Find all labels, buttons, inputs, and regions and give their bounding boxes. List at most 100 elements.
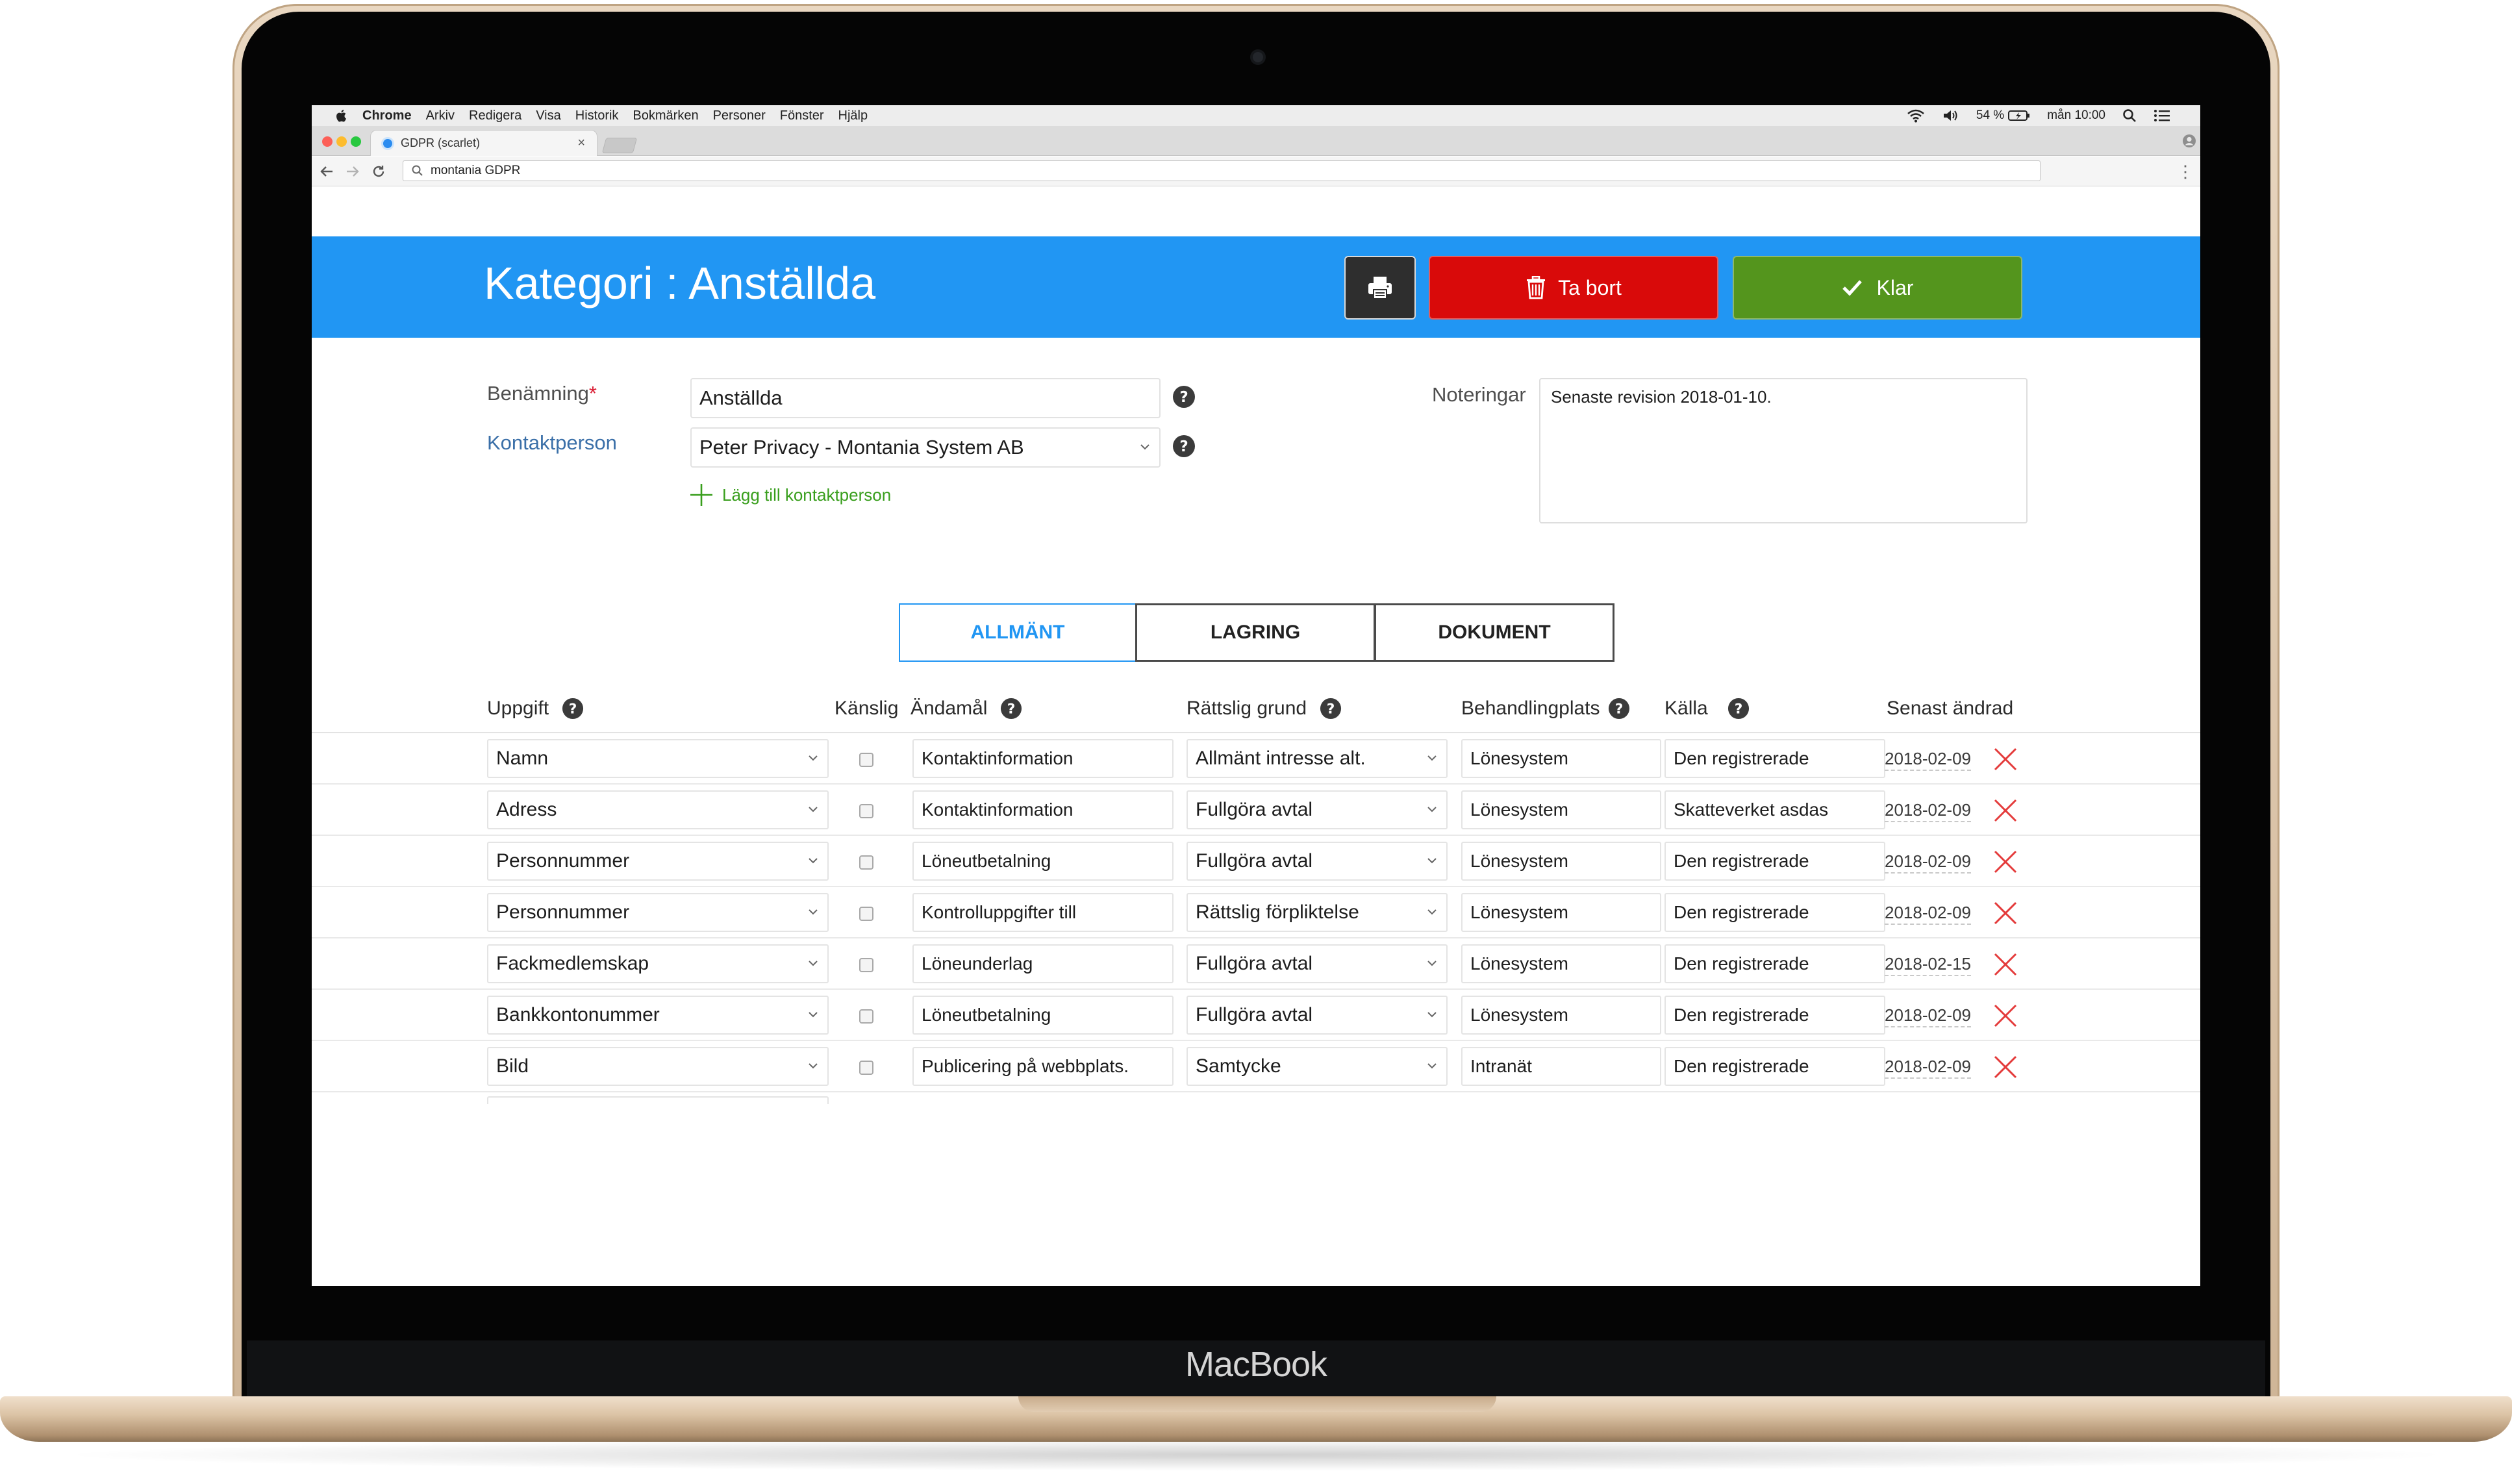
delete-row-icon[interactable]	[1992, 1054, 2018, 1080]
menu-arkiv[interactable]: Arkiv	[426, 108, 455, 123]
new-row-field[interactable]	[487, 1096, 829, 1104]
source-input[interactable]: Den registrerade	[1664, 944, 1885, 983]
source-input[interactable]: Skatteverket asdas	[1664, 790, 1885, 829]
tab-allmant[interactable]: ALLMÄNT	[899, 603, 1137, 662]
profile-icon[interactable]	[2182, 134, 2196, 148]
column-header-purpose: Ändamål ?	[911, 698, 1022, 720]
sensitive-checkbox[interactable]	[859, 1009, 873, 1024]
help-icon[interactable]: ?	[1608, 698, 1630, 720]
tab-dokument[interactable]: DOKUMENT	[1374, 603, 1614, 662]
source-input[interactable]: Den registrerade	[1664, 996, 1885, 1035]
menu-historik[interactable]: Historik	[575, 108, 619, 123]
spotlight-search-icon[interactable]	[2122, 108, 2137, 123]
processing-place-input[interactable]: Intranät	[1461, 1047, 1661, 1086]
tab-lagring[interactable]: LAGRING	[1135, 603, 1375, 662]
help-icon[interactable]: ?	[1172, 385, 1196, 409]
purpose-input[interactable]: Löneutbetalning	[912, 842, 1174, 881]
menu-bokmarken[interactable]: Bokmärken	[633, 108, 698, 123]
task-select[interactable]: Personnummer	[487, 893, 829, 932]
reload-icon[interactable]	[368, 160, 390, 182]
contact-select-value: Peter Privacy - Montania System AB	[699, 436, 1024, 459]
task-select[interactable]: Fackmedlemskap	[487, 944, 829, 983]
sensitive-checkbox[interactable]	[859, 855, 873, 870]
purpose-input[interactable]: Kontaktinformation	[912, 739, 1174, 778]
source-input[interactable]: Den registrerade	[1664, 739, 1885, 778]
browser-tab[interactable]: GDPR (scarlet) ×	[370, 130, 597, 156]
processing-place-input[interactable]: Lönesystem	[1461, 893, 1661, 932]
done-button[interactable]: Klar	[1733, 256, 2022, 320]
help-icon[interactable]: ?	[1000, 698, 1022, 720]
delete-row-icon[interactable]	[1992, 798, 2018, 824]
source-input[interactable]: Den registrerade	[1664, 842, 1885, 881]
volume-icon[interactable]	[1942, 108, 1959, 123]
contact-select[interactable]: Peter Privacy - Montania System AB	[690, 427, 1161, 468]
forward-arrow-icon[interactable]	[342, 160, 364, 182]
task-select[interactable]: Namn	[487, 739, 829, 778]
back-arrow-icon[interactable]	[316, 160, 338, 182]
purpose-input[interactable]: Publicering på webbplats.	[912, 1047, 1174, 1086]
task-select[interactable]: Bild	[487, 1047, 829, 1086]
legal-basis-select[interactable]: Fullgöra avtal	[1187, 842, 1448, 881]
legal-basis-select[interactable]: Fullgöra avtal	[1187, 944, 1448, 983]
search-icon	[412, 165, 423, 176]
task-select[interactable]: Bankkontonummer	[487, 996, 829, 1035]
column-header-source: Källa ?	[1664, 698, 1750, 720]
legal-basis-select[interactable]: Samtycke	[1187, 1047, 1448, 1086]
help-icon[interactable]: ?	[562, 698, 584, 720]
sensitive-checkbox[interactable]	[859, 753, 873, 767]
name-field[interactable]: Anställda	[690, 378, 1161, 418]
help-icon[interactable]: ?	[1320, 698, 1342, 720]
notes-textarea[interactable]: Senaste revision 2018-01-10.	[1539, 378, 2028, 523]
window-close-button[interactable]	[322, 136, 333, 147]
apple-icon[interactable]	[334, 108, 349, 123]
processing-place-input[interactable]: Lönesystem	[1461, 790, 1661, 829]
purpose-input[interactable]: Löneunderlag	[912, 944, 1174, 983]
purpose-input[interactable]: Löneutbetalning	[912, 996, 1174, 1035]
delete-button[interactable]: Ta bort	[1429, 256, 1718, 320]
menu-fonster[interactable]: Fönster	[780, 108, 824, 123]
new-tab-button[interactable]	[601, 138, 638, 153]
window-minimize-button[interactable]	[336, 136, 347, 147]
processing-place-input[interactable]: Lönesystem	[1461, 842, 1661, 881]
menu-chrome[interactable]: Chrome	[362, 108, 412, 123]
battery-status[interactable]: 54 %	[1976, 108, 2030, 123]
menu-personer[interactable]: Personer	[713, 108, 766, 123]
delete-row-icon[interactable]	[1992, 746, 2018, 772]
delete-row-icon[interactable]	[1992, 849, 2018, 875]
legal-basis-select[interactable]: Fullgöra avtal	[1187, 790, 1448, 829]
purpose-input[interactable]: Kontrolluppgifter till	[912, 893, 1174, 932]
menu-visa[interactable]: Visa	[536, 108, 561, 123]
menubar-clock[interactable]: mån 10:00	[2047, 108, 2105, 123]
legal-basis-select[interactable]: Allmänt intresse alt.	[1187, 739, 1448, 778]
sensitive-checkbox[interactable]	[859, 958, 873, 972]
purpose-input[interactable]: Kontaktinformation	[912, 790, 1174, 829]
source-input[interactable]: Den registrerade	[1664, 1047, 1885, 1086]
processing-place-input[interactable]: Lönesystem	[1461, 944, 1661, 983]
source-input[interactable]: Den registrerade	[1664, 893, 1885, 932]
delete-row-icon[interactable]	[1992, 1003, 2018, 1029]
sensitive-checkbox[interactable]	[859, 1061, 873, 1075]
processing-place-input[interactable]: Lönesystem	[1461, 996, 1661, 1035]
legal-basis-select[interactable]: Fullgöra avtal	[1187, 996, 1448, 1035]
print-button[interactable]	[1344, 256, 1416, 320]
menu-hjalp[interactable]: Hjälp	[838, 108, 868, 123]
notification-center-icon[interactable]	[2154, 108, 2170, 123]
wifi-icon[interactable]	[1906, 108, 1926, 123]
help-icon[interactable]: ?	[1172, 434, 1196, 458]
sensitive-checkbox[interactable]	[859, 804, 873, 818]
browser-menu-icon[interactable]: ⋮	[2177, 162, 2194, 182]
processing-place-input[interactable]: Lönesystem	[1461, 739, 1661, 778]
tab-close-icon[interactable]: ×	[577, 136, 585, 151]
help-icon[interactable]: ?	[1727, 698, 1750, 720]
address-bar[interactable]: montania GDPR	[403, 160, 2041, 181]
task-select[interactable]: Adress	[487, 790, 829, 829]
add-contact-link[interactable]: Lägg till kontaktperson	[688, 482, 891, 508]
delete-row-icon[interactable]	[1992, 900, 2018, 926]
delete-row-icon[interactable]	[1992, 951, 2018, 977]
menu-redigera[interactable]: Redigera	[469, 108, 521, 123]
sensitive-checkbox[interactable]	[859, 907, 873, 921]
chevron-down-icon	[809, 961, 818, 966]
task-select[interactable]: Personnummer	[487, 842, 829, 881]
window-zoom-button[interactable]	[351, 136, 361, 147]
legal-basis-select[interactable]: Rättslig förpliktelse	[1187, 893, 1448, 932]
